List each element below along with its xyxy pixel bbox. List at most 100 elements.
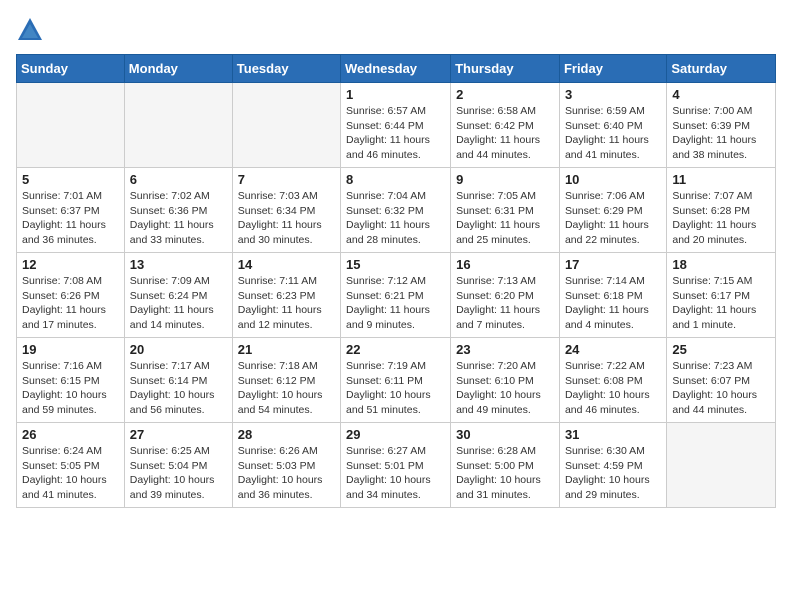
calendar-cell: 13 Sunrise: 7:09 AM Sunset: 6:24 PM Dayli… <box>124 253 232 338</box>
day-info: Sunrise: 6:58 AM Sunset: 6:42 PM Dayligh… <box>456 104 554 163</box>
calendar-cell: 22 Sunrise: 7:19 AM Sunset: 6:11 PM Dayli… <box>341 338 451 423</box>
day-info: Sunrise: 7:17 AM Sunset: 6:14 PM Dayligh… <box>130 359 227 418</box>
calendar: SundayMondayTuesdayWednesdayThursdayFrid… <box>16 54 776 508</box>
day-number: 1 <box>346 87 445 102</box>
day-number: 13 <box>130 257 227 272</box>
day-number: 2 <box>456 87 554 102</box>
day-number: 23 <box>456 342 554 357</box>
header-wednesday: Wednesday <box>341 55 451 83</box>
calendar-cell: 8 Sunrise: 7:04 AM Sunset: 6:32 PM Daylig… <box>341 168 451 253</box>
calendar-cell: 19 Sunrise: 7:16 AM Sunset: 6:15 PM Dayli… <box>17 338 125 423</box>
day-number: 7 <box>238 172 335 187</box>
calendar-cell: 26 Sunrise: 6:24 AM Sunset: 5:05 PM Dayli… <box>17 423 125 508</box>
calendar-cell: 6 Sunrise: 7:02 AM Sunset: 6:36 PM Daylig… <box>124 168 232 253</box>
day-info: Sunrise: 7:18 AM Sunset: 6:12 PM Dayligh… <box>238 359 335 418</box>
week-row-2: 5Sunrise: 7:01 AM Sunset: 6:37 PM Daylig… <box>17 168 776 253</box>
page-header <box>16 16 776 44</box>
calendar-cell <box>232 83 340 168</box>
day-number: 11 <box>672 172 770 187</box>
header-sunday: Sunday <box>17 55 125 83</box>
day-info: Sunrise: 7:04 AM Sunset: 6:32 PM Dayligh… <box>346 189 445 248</box>
calendar-cell <box>17 83 125 168</box>
day-info: Sunrise: 6:27 AM Sunset: 5:01 PM Dayligh… <box>346 444 445 503</box>
day-info: Sunrise: 6:28 AM Sunset: 5:00 PM Dayligh… <box>456 444 554 503</box>
day-number: 17 <box>565 257 661 272</box>
calendar-cell: 24 Sunrise: 7:22 AM Sunset: 6:08 PM Dayli… <box>559 338 666 423</box>
day-info: Sunrise: 6:24 AM Sunset: 5:05 PM Dayligh… <box>22 444 119 503</box>
day-number: 26 <box>22 427 119 442</box>
logo-icon <box>16 16 44 44</box>
day-info: Sunrise: 7:13 AM Sunset: 6:20 PM Dayligh… <box>456 274 554 333</box>
day-number: 20 <box>130 342 227 357</box>
calendar-cell: 29 Sunrise: 6:27 AM Sunset: 5:01 PM Dayli… <box>341 423 451 508</box>
calendar-cell: 25 Sunrise: 7:23 AM Sunset: 6:07 PM Dayli… <box>667 338 776 423</box>
calendar-cell: 23 Sunrise: 7:20 AM Sunset: 6:10 PM Dayli… <box>451 338 560 423</box>
day-number: 12 <box>22 257 119 272</box>
day-info: Sunrise: 6:59 AM Sunset: 6:40 PM Dayligh… <box>565 104 661 163</box>
day-info: Sunrise: 7:15 AM Sunset: 6:17 PM Dayligh… <box>672 274 770 333</box>
day-info: Sunrise: 7:07 AM Sunset: 6:28 PM Dayligh… <box>672 189 770 248</box>
day-info: Sunrise: 7:22 AM Sunset: 6:08 PM Dayligh… <box>565 359 661 418</box>
day-number: 27 <box>130 427 227 442</box>
calendar-cell: 20 Sunrise: 7:17 AM Sunset: 6:14 PM Dayli… <box>124 338 232 423</box>
calendar-cell: 2 Sunrise: 6:58 AM Sunset: 6:42 PM Daylig… <box>451 83 560 168</box>
day-number: 16 <box>456 257 554 272</box>
day-number: 28 <box>238 427 335 442</box>
day-info: Sunrise: 7:03 AM Sunset: 6:34 PM Dayligh… <box>238 189 335 248</box>
calendar-cell: 1 Sunrise: 6:57 AM Sunset: 6:44 PM Daylig… <box>341 83 451 168</box>
header-monday: Monday <box>124 55 232 83</box>
day-info: Sunrise: 7:09 AM Sunset: 6:24 PM Dayligh… <box>130 274 227 333</box>
week-row-4: 19 Sunrise: 7:16 AM Sunset: 6:15 PM Dayli… <box>17 338 776 423</box>
day-number: 3 <box>565 87 661 102</box>
day-number: 29 <box>346 427 445 442</box>
day-info: Sunrise: 7:05 AM Sunset: 6:31 PM Dayligh… <box>456 189 554 248</box>
calendar-cell: 3 Sunrise: 6:59 AM Sunset: 6:40 PM Daylig… <box>559 83 666 168</box>
day-number: 14 <box>238 257 335 272</box>
day-info: Sunrise: 7:11 AM Sunset: 6:23 PM Dayligh… <box>238 274 335 333</box>
day-info: Sunrise: 7:01 AM Sunset: 6:37 PM Dayligh… <box>22 189 119 248</box>
day-info: Sunrise: 7:00 AM Sunset: 6:39 PM Dayligh… <box>672 104 770 163</box>
day-info: Sunrise: 7:20 AM Sunset: 6:10 PM Dayligh… <box>456 359 554 418</box>
day-info: Sunrise: 7:14 AM Sunset: 6:18 PM Dayligh… <box>565 274 661 333</box>
day-info: Sunrise: 6:30 AM Sunset: 4:59 PM Dayligh… <box>565 444 661 503</box>
day-info: Sunrise: 7:23 AM Sunset: 6:07 PM Dayligh… <box>672 359 770 418</box>
day-info: Sunrise: 7:16 AM Sunset: 6:15 PM Dayligh… <box>22 359 119 418</box>
calendar-cell <box>667 423 776 508</box>
day-info: Sunrise: 7:12 AM Sunset: 6:21 PM Dayligh… <box>346 274 445 333</box>
day-number: 19 <box>22 342 119 357</box>
calendar-cell: 16 Sunrise: 7:13 AM Sunset: 6:20 PM Dayli… <box>451 253 560 338</box>
week-row-5: 26 Sunrise: 6:24 AM Sunset: 5:05 PM Dayli… <box>17 423 776 508</box>
day-number: 4 <box>672 87 770 102</box>
week-row-1: 1 Sunrise: 6:57 AM Sunset: 6:44 PM Daylig… <box>17 83 776 168</box>
day-number: 6 <box>130 172 227 187</box>
calendar-cell: 30Sunrise: 6:28 AM Sunset: 5:00 PM Dayli… <box>451 423 560 508</box>
day-info: Sunrise: 7:08 AM Sunset: 6:26 PM Dayligh… <box>22 274 119 333</box>
calendar-cell: 18 Sunrise: 7:15 AM Sunset: 6:17 PM Dayli… <box>667 253 776 338</box>
day-info: Sunrise: 7:06 AM Sunset: 6:29 PM Dayligh… <box>565 189 661 248</box>
header-saturday: Saturday <box>667 55 776 83</box>
calendar-cell: 10Sunrise: 7:06 AM Sunset: 6:29 PM Dayli… <box>559 168 666 253</box>
calendar-cell: 28 Sunrise: 6:26 AM Sunset: 5:03 PM Dayli… <box>232 423 340 508</box>
calendar-cell: 7 Sunrise: 7:03 AM Sunset: 6:34 PM Daylig… <box>232 168 340 253</box>
day-number: 15 <box>346 257 445 272</box>
calendar-cell: 14 Sunrise: 7:11 AM Sunset: 6:23 PM Dayli… <box>232 253 340 338</box>
day-info: Sunrise: 6:57 AM Sunset: 6:44 PM Dayligh… <box>346 104 445 163</box>
day-info: Sunrise: 7:02 AM Sunset: 6:36 PM Dayligh… <box>130 189 227 248</box>
day-number: 25 <box>672 342 770 357</box>
calendar-cell <box>124 83 232 168</box>
logo <box>16 16 48 44</box>
day-number: 31 <box>565 427 661 442</box>
day-number: 22 <box>346 342 445 357</box>
calendar-cell: 17 Sunrise: 7:14 AM Sunset: 6:18 PM Dayli… <box>559 253 666 338</box>
calendar-cell: 9Sunrise: 7:05 AM Sunset: 6:31 PM Daylig… <box>451 168 560 253</box>
header-tuesday: Tuesday <box>232 55 340 83</box>
day-number: 8 <box>346 172 445 187</box>
day-number: 21 <box>238 342 335 357</box>
header-friday: Friday <box>559 55 666 83</box>
calendar-cell: 27Sunrise: 6:25 AM Sunset: 5:04 PM Dayli… <box>124 423 232 508</box>
day-number: 18 <box>672 257 770 272</box>
day-info: Sunrise: 7:19 AM Sunset: 6:11 PM Dayligh… <box>346 359 445 418</box>
day-info: Sunrise: 6:26 AM Sunset: 5:03 PM Dayligh… <box>238 444 335 503</box>
day-number: 24 <box>565 342 661 357</box>
week-row-3: 12 Sunrise: 7:08 AM Sunset: 6:26 PM Dayli… <box>17 253 776 338</box>
